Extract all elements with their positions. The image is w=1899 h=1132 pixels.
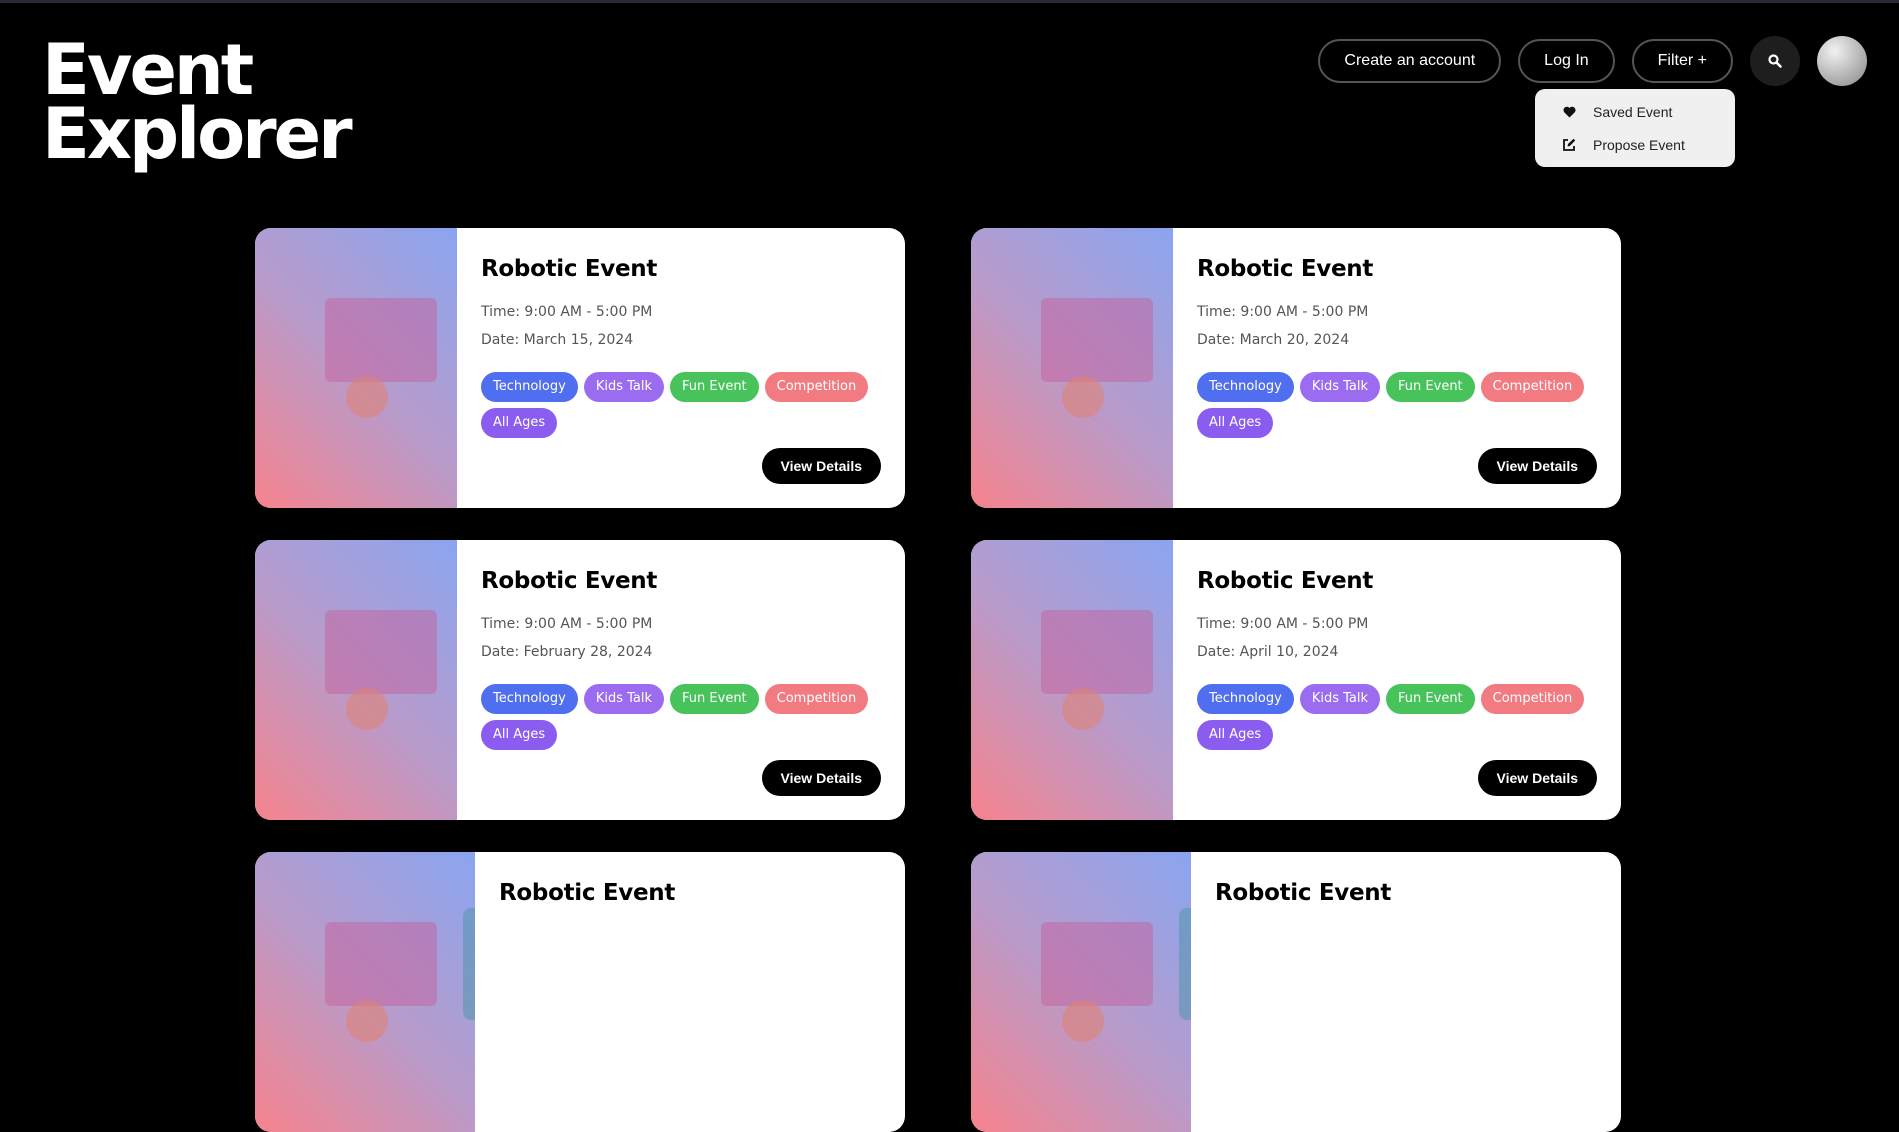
event-card: Robotic Event [255,852,905,1132]
tag-technology: Technology [481,684,578,714]
top-border [0,0,1899,3]
filter-button[interactable]: Filter + [1631,39,1733,83]
event-date: Date: February 28, 2024 [481,644,653,660]
event-title: Robotic Event [1215,880,1392,906]
tag-all-ages: All Ages [1197,720,1274,750]
tag-kids-talk: Kids Talk [583,372,665,402]
search-button[interactable] [1750,36,1800,86]
tag-all-ages: All Ages [481,408,558,438]
view-details-button[interactable]: View Details [761,448,881,484]
event-time: Time: 9:00 AM - 5:00 PM [481,616,653,632]
event-date: Date: April 10, 2024 [1197,644,1339,660]
view-details-button[interactable]: View Details [1477,448,1597,484]
view-details-button[interactable]: View Details [761,760,881,796]
event-image [971,852,1191,1132]
tag-competition: Competition [764,372,869,402]
event-time: Time: 9:00 AM - 5:00 PM [1197,616,1369,632]
tag-list: Technology Kids Talk Fun Event Competiti… [1197,684,1597,750]
search-icon [1768,54,1782,68]
event-date: Date: March 15, 2024 [481,332,634,348]
event-card: R Robotic Event Time: 9:00 AM - 5:00 PM … [255,228,905,508]
event-card: Robotic Event [971,852,1621,1132]
event-title: Robotic Event [1197,568,1374,594]
top-nav: Create an account Log In Filter + [1318,36,1867,86]
tag-list: Technology Kids Talk Fun Event Competiti… [1197,372,1597,438]
event-title: Robotic Event [481,256,658,282]
filter-dropdown-menu: Saved Event Propose Event [1535,89,1735,167]
event-image: R [255,228,457,508]
event-time: Time: 9:00 AM - 5:00 PM [1197,304,1369,320]
event-card: R Robotic Event Time: 9:00 AM - 5:00 PM … [971,540,1621,820]
tag-fun-event: Fun Event [1386,372,1475,402]
tag-competition: Competition [1480,372,1585,402]
event-title: Robotic Event [481,568,658,594]
event-card: R Robotic Event Time: 9:00 AM - 5:00 PM … [971,228,1621,508]
event-image: R [255,540,457,820]
tag-kids-talk: Kids Talk [1299,372,1381,402]
saved-event-menu-item[interactable]: Saved Event [1535,95,1735,128]
create-account-button[interactable]: Create an account [1318,39,1502,83]
heart-icon [1559,106,1579,118]
event-title: Robotic Event [499,880,676,906]
tag-kids-talk: Kids Talk [583,684,665,714]
avatar[interactable] [1817,36,1867,86]
tag-all-ages: All Ages [481,720,558,750]
tag-fun-event: Fun Event [670,372,759,402]
saved-event-label: Saved Event [1593,103,1673,120]
tag-technology: Technology [481,372,578,402]
propose-event-menu-item[interactable]: Propose Event [1535,128,1735,161]
tag-competition: Competition [764,684,869,714]
tag-competition: Competition [1480,684,1585,714]
app-logo[interactable]: Event Explorer [42,35,353,175]
tag-kids-talk: Kids Talk [1299,684,1381,714]
logo-line-2: Explorer [42,93,353,175]
edit-icon [1559,138,1579,152]
event-image: R [971,540,1173,820]
view-details-button[interactable]: View Details [1477,760,1597,796]
tag-technology: Technology [1197,372,1294,402]
login-button[interactable]: Log In [1518,39,1615,83]
tag-fun-event: Fun Event [670,684,759,714]
tag-list: Technology Kids Talk Fun Event Competiti… [481,372,881,438]
tag-fun-event: Fun Event [1386,684,1475,714]
tag-all-ages: All Ages [1197,408,1274,438]
propose-event-label: Propose Event [1593,136,1685,153]
event-image: R [971,228,1173,508]
event-card: R Robotic Event Time: 9:00 AM - 5:00 PM … [255,540,905,820]
event-image [255,852,475,1132]
tag-list: Technology Kids Talk Fun Event Competiti… [481,684,881,750]
event-title: Robotic Event [1197,256,1374,282]
tag-technology: Technology [1197,684,1294,714]
event-date: Date: March 20, 2024 [1197,332,1350,348]
event-time: Time: 9:00 AM - 5:00 PM [481,304,653,320]
